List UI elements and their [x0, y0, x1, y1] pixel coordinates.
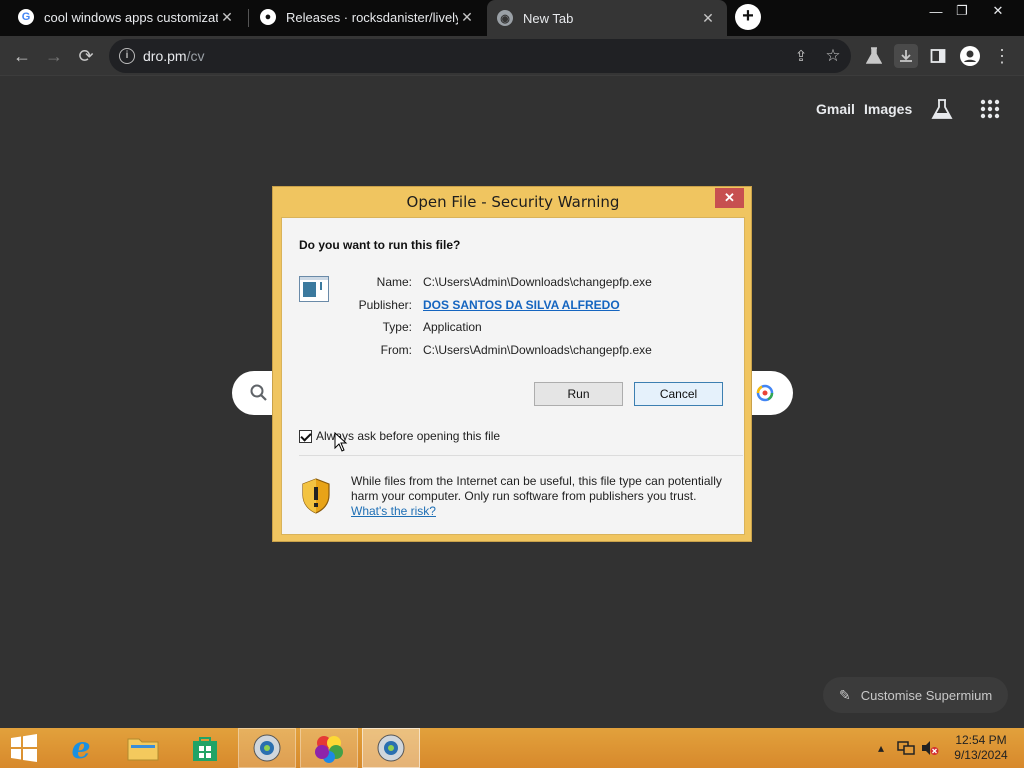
- warning-shield-icon: [302, 478, 330, 514]
- windows-logo-icon: [11, 734, 37, 762]
- menu-kebab-icon[interactable]: ⋮: [990, 44, 1014, 68]
- tab-close-icon[interactable]: ✕: [218, 8, 236, 26]
- restore-icon[interactable]: ❐: [945, 0, 979, 22]
- bookmark-star-icon[interactable]: ☆: [821, 44, 845, 68]
- supermium-browser-icon: [253, 734, 281, 762]
- cancel-button[interactable]: Cancel: [634, 382, 723, 406]
- gmail-link[interactable]: Gmail: [816, 101, 855, 117]
- chrome-icon: ◉: [497, 10, 513, 26]
- reload-icon[interactable]: ⟳: [74, 44, 98, 68]
- share-icon[interactable]: ⇪: [789, 44, 813, 68]
- taskbar-color-app[interactable]: [300, 728, 358, 768]
- url-text[interactable]: dro.pm/cv: [143, 48, 204, 64]
- window-close-icon[interactable]: ✕: [981, 0, 1015, 22]
- taskbar-browser-2[interactable]: [362, 728, 420, 768]
- store-bag-icon: [193, 737, 217, 761]
- tray-overflow-icon[interactable]: ▴: [874, 728, 888, 768]
- labs-flask-icon[interactable]: [862, 44, 886, 68]
- site-info-icon[interactable]: i: [119, 48, 135, 64]
- google-lens-icon[interactable]: [755, 383, 775, 403]
- side-panel-icon[interactable]: [926, 44, 950, 68]
- name-label: Name:: [376, 275, 412, 289]
- color-wheel-icon: [315, 736, 343, 763]
- back-icon[interactable]: ←: [10, 44, 34, 68]
- apps-grid-icon[interactable]: [980, 99, 1000, 119]
- from-label: From:: [380, 343, 412, 357]
- new-tab-button[interactable]: +: [735, 4, 761, 30]
- labs-flask-icon[interactable]: [931, 98, 953, 120]
- images-link[interactable]: Images: [864, 101, 912, 117]
- taskbar-internet-explorer[interactable]: e: [52, 728, 110, 768]
- tab-strip: G cool windows apps customizatio ✕ ● Rel…: [0, 0, 1024, 36]
- type-label: Type:: [382, 320, 412, 334]
- run-button[interactable]: Run: [534, 382, 623, 406]
- network-icon[interactable]: [896, 728, 916, 768]
- taskbar-browser-1[interactable]: [238, 728, 296, 768]
- start-button[interactable]: [0, 728, 48, 768]
- volume-muted-icon[interactable]: [920, 728, 940, 768]
- address-bar[interactable]: i dro.pm/cv ⇪ ☆: [109, 39, 851, 73]
- dialog-title: Open File - Security Warning: [406, 193, 620, 211]
- supermium-browser-icon: [377, 734, 405, 762]
- tab-new-tab[interactable]: ◉ New Tab ✕: [487, 0, 727, 36]
- whats-the-risk-link[interactable]: What's the risk?: [351, 504, 436, 518]
- tab-cool-windows-apps[interactable]: G cool windows apps customizatio ✕: [8, 0, 246, 34]
- mouse-cursor-icon: [334, 432, 348, 452]
- publisher-label: Publisher:: [358, 298, 412, 312]
- dialog-close-button[interactable]: ✕: [715, 188, 744, 208]
- type-value: Application: [423, 320, 482, 334]
- application-file-icon: [299, 276, 329, 302]
- pencil-icon: ✎: [839, 686, 851, 703]
- security-warning-dialog: Open File - Security Warning ✕ Do you wa…: [272, 186, 752, 542]
- downloads-icon[interactable]: [894, 44, 918, 68]
- dialog-body: Do you want to run this file? Name: C:\U…: [281, 217, 745, 535]
- from-value: C:\Users\Admin\Downloads\changepfp.exe: [423, 343, 652, 357]
- name-value: C:\Users\Admin\Downloads\changepfp.exe: [423, 275, 652, 289]
- customise-label: Customise Supermium: [860, 687, 993, 703]
- clock-time: 12:54 PM: [955, 733, 1007, 747]
- profile-avatar-icon[interactable]: [958, 44, 982, 68]
- clock-date: 9/13/2024: [954, 748, 1008, 762]
- github-icon: ●: [260, 9, 276, 25]
- clock[interactable]: 12:54 PM 9/13/2024: [944, 733, 1018, 763]
- browser-toolbar: ← → ⟳ i dro.pm/cv ⇪ ☆ ⋮: [0, 36, 1024, 76]
- tab-close-icon[interactable]: ✕: [699, 9, 717, 27]
- file-explorer-folder-icon: [127, 738, 159, 761]
- tab-title: New Tab: [523, 10, 574, 26]
- taskbar: e ▴ 12:54 PM 9/13/2024: [0, 728, 1024, 768]
- dialog-question: Do you want to run this file?: [299, 238, 461, 252]
- search-icon: [250, 384, 267, 401]
- warning-text: While files from the Internet can be use…: [351, 474, 722, 503]
- tab-title: cool windows apps customizatio: [44, 9, 218, 25]
- customise-button[interactable]: ✎ Customise Supermium: [823, 677, 1008, 713]
- forward-icon[interactable]: →: [42, 44, 66, 68]
- google-g-icon: G: [18, 9, 34, 25]
- internet-explorer-icon: e: [71, 730, 91, 766]
- tab-releases-lively[interactable]: ● Releases · rocksdanister/lively ✕: [250, 0, 486, 34]
- tab-separator: [248, 9, 249, 27]
- publisher-link[interactable]: DOS SANTOS DA SILVA ALFREDO: [423, 298, 620, 312]
- tab-title: Releases · rocksdanister/lively: [286, 9, 458, 25]
- tab-close-icon[interactable]: ✕: [458, 8, 476, 26]
- taskbar-file-explorer[interactable]: [114, 728, 172, 768]
- always-ask-checkbox[interactable]: [299, 429, 312, 443]
- divider: [299, 455, 743, 456]
- always-ask-row[interactable]: Always ask before opening this file: [299, 428, 500, 444]
- taskbar-store[interactable]: [176, 728, 234, 768]
